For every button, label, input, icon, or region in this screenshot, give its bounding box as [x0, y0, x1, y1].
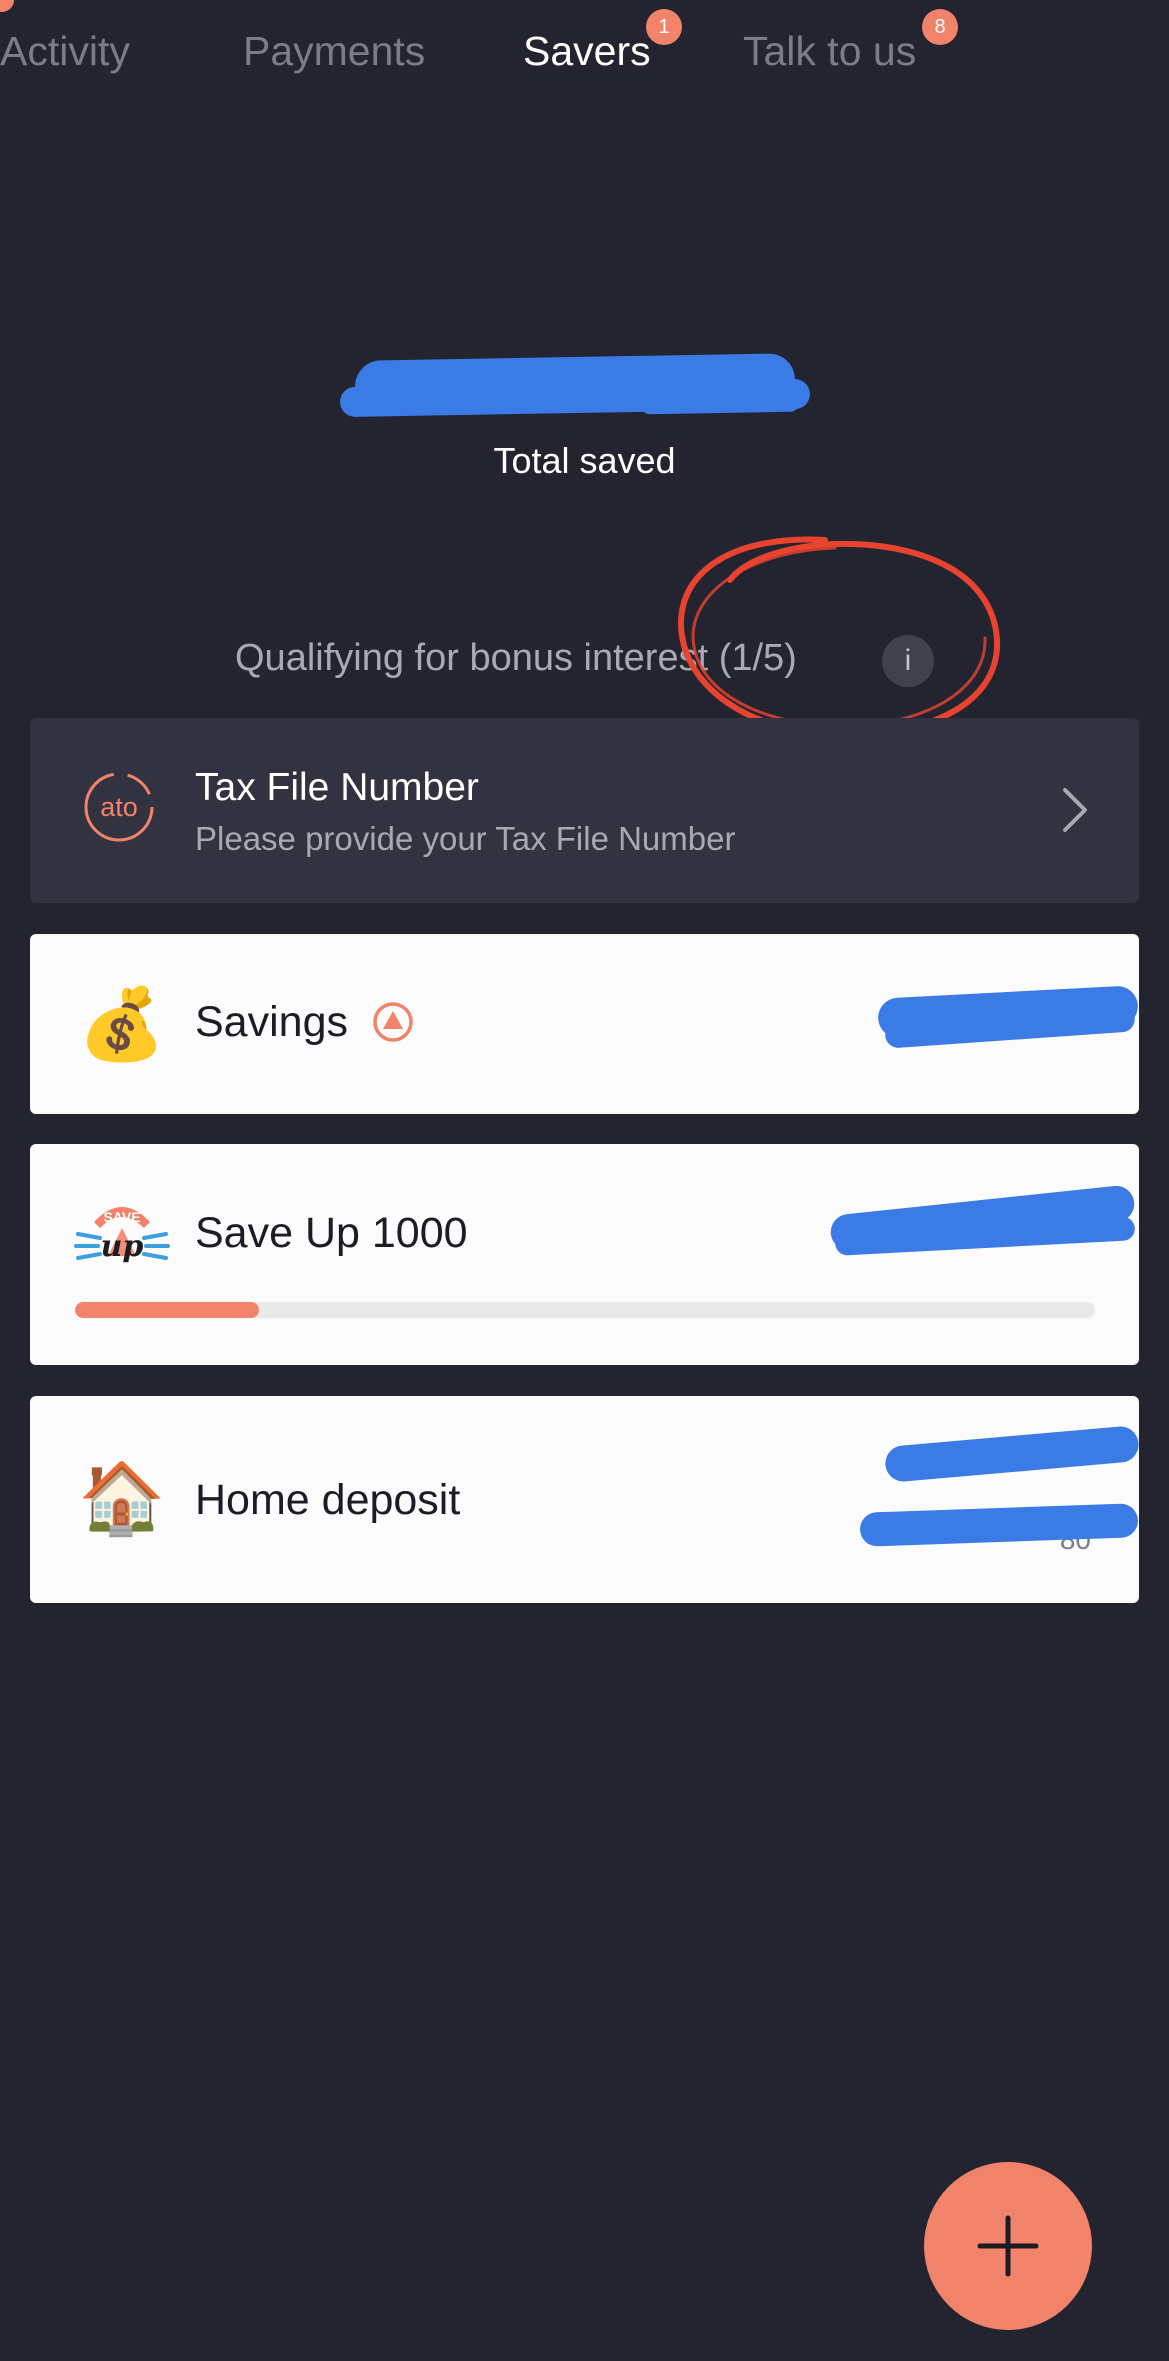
svg-text:SAVE: SAVE: [103, 1209, 140, 1225]
saver-card-home-deposit[interactable]: 🏠 Home deposit 80: [30, 1396, 1139, 1603]
tfn-subtitle: Please provide your Tax File Number: [195, 820, 736, 857]
savers-screen: Activity Payments Savers 1 Talk to us 8 …: [0, 0, 1169, 2361]
money-bag-icon: 💰: [78, 985, 166, 1063]
tab-label: Savers: [523, 28, 651, 74]
tab-talk-to-us[interactable]: Talk to us: [743, 28, 916, 75]
ato-icon: ato: [84, 772, 154, 842]
savers-badge: 1: [646, 9, 682, 45]
tab-payments[interactable]: Payments: [243, 28, 425, 75]
bonus-interest-row[interactable]: Qualifying for bonus interest (1/5) i: [0, 635, 1169, 687]
saver-card-savings[interactable]: 💰 Savings: [30, 934, 1139, 1114]
tab-activity[interactable]: Activity: [0, 28, 130, 75]
top-tab-bar: Activity Payments Savers 1 Talk to us 8: [0, 0, 1169, 110]
svg-text:up: up: [101, 1229, 144, 1264]
info-button[interactable]: i: [882, 635, 934, 687]
house-icon: 🏠: [78, 1459, 166, 1537]
svg-text:ato: ato: [100, 792, 138, 822]
chevron-right-icon: [1063, 788, 1087, 832]
redaction-scribble: [639, 391, 801, 415]
talk-to-us-badge: 8: [922, 9, 958, 45]
saver-name: Home deposit: [195, 1476, 461, 1524]
saver-name: Savings: [195, 998, 348, 1046]
plus-icon: [977, 2215, 1039, 2277]
notification-dot: [0, 0, 14, 12]
tax-file-number-card[interactable]: ato Tax File Number Please provide your …: [30, 718, 1139, 903]
redaction-scribble: [859, 1503, 1139, 1547]
bonus-interest-label: Qualifying for bonus interest (1/5): [235, 637, 797, 679]
tab-savers[interactable]: Savers: [523, 28, 651, 75]
info-icon: i: [904, 644, 912, 677]
tab-label: Activity: [0, 28, 130, 74]
saver-progress-bar: [75, 1302, 1095, 1318]
saver-progress-fill: [75, 1302, 259, 1318]
total-saved-label: Total saved: [493, 440, 676, 481]
save-up-icon: SAVE up: [74, 1207, 170, 1264]
tab-label: Payments: [243, 28, 426, 74]
saver-card-save-up-1000[interactable]: SAVE up Save Up 1000: [30, 1144, 1139, 1365]
redaction-scribble: [883, 1424, 1139, 1484]
saver-name: Save Up 1000: [195, 1209, 468, 1257]
boost-warning-icon: [373, 1002, 413, 1042]
tfn-title: Tax File Number: [195, 766, 479, 809]
tab-label: Talk to us: [743, 28, 917, 74]
add-saver-button[interactable]: [924, 2162, 1092, 2330]
total-saved-amount: $: [339, 345, 830, 425]
